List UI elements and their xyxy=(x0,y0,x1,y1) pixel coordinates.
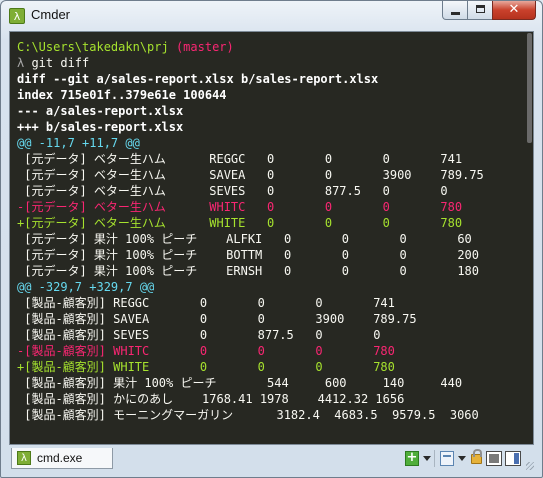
console-line: [製品-顧客別] SAVEA 0 0 3900 789.75 xyxy=(17,311,484,327)
console-line: +[製品-顧客別] WHITE 0 0 0 780 xyxy=(17,359,484,375)
console-text: [製品-顧客別] 果汁 100% ピーチ 544 600 140 440 xyxy=(17,376,463,390)
console-text: -[元データ] ベター生ハム WHITC 0 0 0 780 xyxy=(17,200,463,214)
maximize-button[interactable] xyxy=(467,1,493,20)
console-line: @@ -329,7 +329,7 @@ xyxy=(17,279,484,295)
split-view-icon[interactable] xyxy=(505,451,521,466)
console-text: [元データ] ベター生ハム REGGC 0 0 0 741 xyxy=(17,152,463,166)
window-title: Cmder xyxy=(31,7,71,22)
title-bar[interactable]: λ Cmder ✕ xyxy=(1,1,542,31)
console-line: +++ b/sales-report.xlsx xyxy=(17,119,484,135)
console-line: C:\Users\takedakn\prj (master) xyxy=(17,39,484,55)
maximize-icon xyxy=(476,5,485,13)
cmder-lambda-icon[interactable]: λ xyxy=(9,8,25,24)
console-output[interactable]: C:\Users\takedakn\prj (master) λ git diff… xyxy=(9,31,534,445)
console-text: [製品-顧客別] SEVES 0 877.5 0 0 xyxy=(17,328,381,342)
lock-icon[interactable] xyxy=(471,449,482,464)
minimize-icon xyxy=(451,12,460,15)
console-line: -[製品-顧客別] WHITC 0 0 0 780 xyxy=(17,343,484,359)
new-console-button[interactable]: + xyxy=(405,451,419,466)
console-text: @@ -329,7 +329,7 @@ xyxy=(17,280,155,294)
console-line: diff --git a/sales-report.xlsx b/sales-r… xyxy=(17,71,484,87)
status-bar: λ cmd.exe + xyxy=(9,448,534,472)
console-lines: C:\Users\takedakn\prj (master) λ git diff… xyxy=(17,39,484,423)
console-line: -[元データ] ベター生ハム WHITC 0 0 0 780 xyxy=(17,199,484,215)
console-text: --- a/sales-report.xlsx xyxy=(17,104,184,118)
console-line: index 715e01f..379e61e 100644 xyxy=(17,87,484,103)
console-line: [製品-顧客別] 果汁 100% ピーチ 544 600 140 440 xyxy=(17,375,484,391)
console-tab[interactable]: λ cmd.exe xyxy=(11,448,113,469)
toolbar-divider xyxy=(434,450,435,467)
console-text: C:\Users\takedakn\prj xyxy=(17,40,176,54)
console-text: -[製品-顧客別] WHITC 0 0 0 780 xyxy=(17,344,395,358)
cmder-window: λ Cmder ✕ C:\Users\takedakn\prj (master)… xyxy=(0,0,543,478)
close-button[interactable]: ✕ xyxy=(492,1,536,20)
console-text: [元データ] ベター生ハム SEVES 0 877.5 0 0 xyxy=(17,184,448,198)
console-text: [製品-顧客別] SAVEA 0 0 3900 789.75 xyxy=(17,312,417,326)
console-line: [製品-顧客別] REGGC 0 0 0 741 xyxy=(17,295,484,311)
switch-console-button[interactable] xyxy=(440,451,454,466)
console-scrollbar[interactable] xyxy=(527,33,532,143)
new-console-dropdown-icon[interactable] xyxy=(423,456,431,461)
console-line: [製品-顧客別] モーニングマーガリン 3182.4 4683.5 9579.5… xyxy=(17,407,484,423)
console-line: [元データ] ベター生ハム SEVES 0 877.5 0 0 xyxy=(17,183,484,199)
console-line: [製品-顧客別] SEVES 0 877.5 0 0 xyxy=(17,327,484,343)
console-text: [元データ] ベター生ハム SAVEA 0 0 3900 789.75 xyxy=(17,168,484,182)
console-line: [元データ] ベター生ハム REGGC 0 0 0 741 xyxy=(17,151,484,167)
console-text: [元データ] 果汁 100% ピーチ BOTTM 0 0 0 200 xyxy=(17,248,480,262)
resize-grip[interactable] xyxy=(526,462,534,470)
buffer-view-icon[interactable] xyxy=(486,451,502,466)
caption-buttons: ✕ xyxy=(442,1,536,21)
console-text: git diff xyxy=(31,56,90,70)
console-line: @@ -11,7 +11,7 @@ xyxy=(17,135,484,151)
console-line: [元データ] 果汁 100% ピーチ ERNSH 0 0 0 180 xyxy=(17,263,484,279)
console-text: λ xyxy=(17,56,32,70)
lambda-icon: λ xyxy=(17,451,31,465)
console-text: @@ -11,7 +11,7 @@ xyxy=(17,136,140,150)
console-text: +++ b/sales-report.xlsx xyxy=(17,120,184,134)
console-line: [製品-顧客別] かにのあし 1768.41 1978 4412.32 1656 xyxy=(17,391,484,407)
console-line: [元データ] 果汁 100% ピーチ ALFKI 0 0 0 60 xyxy=(17,231,484,247)
console-text: +[元データ] ベター生ハム WHITE 0 0 0 780 xyxy=(17,216,463,230)
console-line: [元データ] 果汁 100% ピーチ BOTTM 0 0 0 200 xyxy=(17,247,484,263)
console-tab-label: cmd.exe xyxy=(37,451,83,465)
console-line: [元データ] ベター生ハム SAVEA 0 0 3900 789.75 xyxy=(17,167,484,183)
console-text: (master) xyxy=(175,40,234,54)
console-text: [製品-顧客別] かにのあし 1768.41 1978 4412.32 1656 xyxy=(17,392,405,406)
minimize-button[interactable] xyxy=(442,1,468,20)
console-text: [製品-顧客別] REGGC 0 0 0 741 xyxy=(17,296,395,310)
console-text: [製品-顧客別] モーニングマーガリン 3182.4 4683.5 9579.5… xyxy=(17,408,479,422)
console-line: +[元データ] ベター生ハム WHITE 0 0 0 780 xyxy=(17,215,484,231)
console-text: index 715e01f..379e61e 100644 xyxy=(17,88,227,102)
close-icon: ✕ xyxy=(508,2,520,17)
console-text: diff --git a/sales-report.xlsx b/sales-r… xyxy=(17,72,379,86)
console-line: --- a/sales-report.xlsx xyxy=(17,103,484,119)
switch-console-dropdown-icon[interactable] xyxy=(458,456,466,461)
console-text: [元データ] 果汁 100% ピーチ ALFKI 0 0 0 60 xyxy=(17,232,472,246)
console-text: +[製品-顧客別] WHITE 0 0 0 780 xyxy=(17,360,395,374)
console-text: [元データ] 果汁 100% ピーチ ERNSH 0 0 0 180 xyxy=(17,264,480,278)
console-line: λ git diff xyxy=(17,55,484,71)
